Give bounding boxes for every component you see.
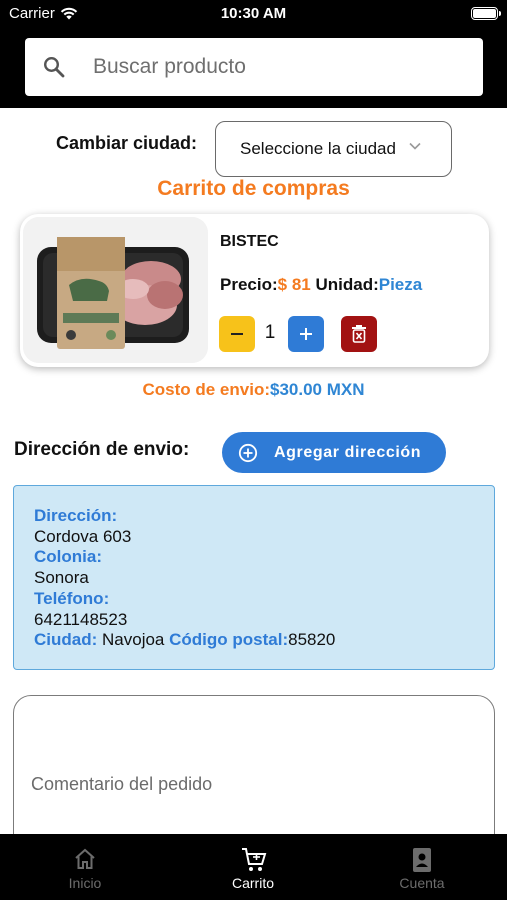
chevron-down-icon bbox=[409, 142, 421, 150]
shipping-address-label: Dirección de envio: bbox=[14, 439, 190, 460]
plus-icon bbox=[300, 328, 312, 340]
tab-carrito[interactable]: Carrito bbox=[198, 834, 308, 900]
delete-item-button[interactable] bbox=[341, 316, 377, 352]
minus-icon bbox=[231, 333, 243, 335]
shipping-cost-value: $30.00 MXN bbox=[270, 380, 365, 399]
trash-icon bbox=[352, 325, 366, 343]
tab-cuenta[interactable]: Cuenta bbox=[367, 834, 477, 900]
price-label: Precio: bbox=[220, 275, 278, 294]
colonia-value: Sonora bbox=[34, 568, 89, 588]
product-image bbox=[23, 217, 208, 363]
price-row: Precio:$ 81 Unidad:Pieza bbox=[220, 275, 422, 295]
telefono-value: 6421148523 bbox=[34, 609, 128, 629]
city-select[interactable]: Seleccione la ciudad bbox=[215, 121, 452, 177]
codigo-postal-value: 85820 bbox=[288, 630, 336, 650]
search-icon bbox=[43, 56, 65, 78]
direccion-value: Cordova 603 bbox=[34, 526, 132, 546]
tab-cuenta-label: Cuenta bbox=[399, 875, 445, 891]
add-address-button[interactable]: Agregar dirección bbox=[222, 432, 446, 473]
codigo-postal-label: Código postal: bbox=[169, 630, 289, 650]
ciudad-label: Ciudad: bbox=[34, 630, 98, 650]
ciudad-value: Navojoa bbox=[102, 630, 165, 650]
status-time: 10:30 AM bbox=[220, 5, 287, 22]
telefono-label: Teléfono: bbox=[34, 588, 110, 608]
add-circle-icon bbox=[238, 443, 258, 463]
direccion-label: Dirección: bbox=[34, 506, 118, 525]
shipping-cost: Costo de envio:$30.00 MXN bbox=[0, 380, 507, 400]
tab-inicio-label: Inicio bbox=[68, 875, 102, 891]
tab-carrito-label: Carrito bbox=[231, 875, 274, 891]
order-comment-box[interactable] bbox=[13, 695, 495, 855]
tab-inicio[interactable]: Inicio bbox=[30, 834, 140, 900]
battery-icon bbox=[471, 7, 501, 20]
home-icon bbox=[75, 848, 95, 869]
decrease-quantity-button[interactable] bbox=[219, 316, 255, 352]
order-comment-input[interactable] bbox=[31, 774, 471, 814]
account-icon bbox=[413, 848, 431, 872]
price-value: $ 81 bbox=[277, 275, 311, 294]
search-input[interactable] bbox=[93, 38, 463, 96]
address-card[interactable]: Dirección: Cordova 603 Colonia: Sonora T… bbox=[13, 485, 495, 670]
ciudad-cp-row: Ciudad: Navojoa Código postal:85820 bbox=[34, 630, 494, 651]
city-select-value: Seleccione la ciudad bbox=[240, 139, 396, 158]
city-label: Cambiar ciudad: bbox=[56, 133, 198, 153]
quantity-value: 1 bbox=[264, 322, 276, 343]
search-bar[interactable] bbox=[25, 38, 483, 96]
product-name: BISTEC bbox=[220, 233, 279, 250]
colonia-label: Colonia: bbox=[34, 547, 102, 567]
increase-quantity-button[interactable] bbox=[288, 316, 324, 352]
cart-title: Carrito de compras bbox=[157, 177, 350, 200]
status-bar: Carrier 10:30 AM bbox=[0, 0, 507, 28]
shipping-cost-label: Costo de envio: bbox=[142, 380, 270, 399]
product-image-graphic bbox=[23, 217, 208, 363]
unit-label: Unidad: bbox=[315, 275, 379, 294]
unit-value: Pieza bbox=[378, 275, 423, 294]
bottom-tab-bar: Inicio Carrito Cuenta bbox=[0, 834, 507, 900]
add-address-label: Agregar dirección bbox=[274, 443, 422, 461]
cart-icon bbox=[242, 848, 267, 871]
cart-item-card: BISTEC Precio:$ 81 Unidad:Pieza 1 bbox=[20, 214, 489, 367]
search-header bbox=[0, 28, 507, 108]
